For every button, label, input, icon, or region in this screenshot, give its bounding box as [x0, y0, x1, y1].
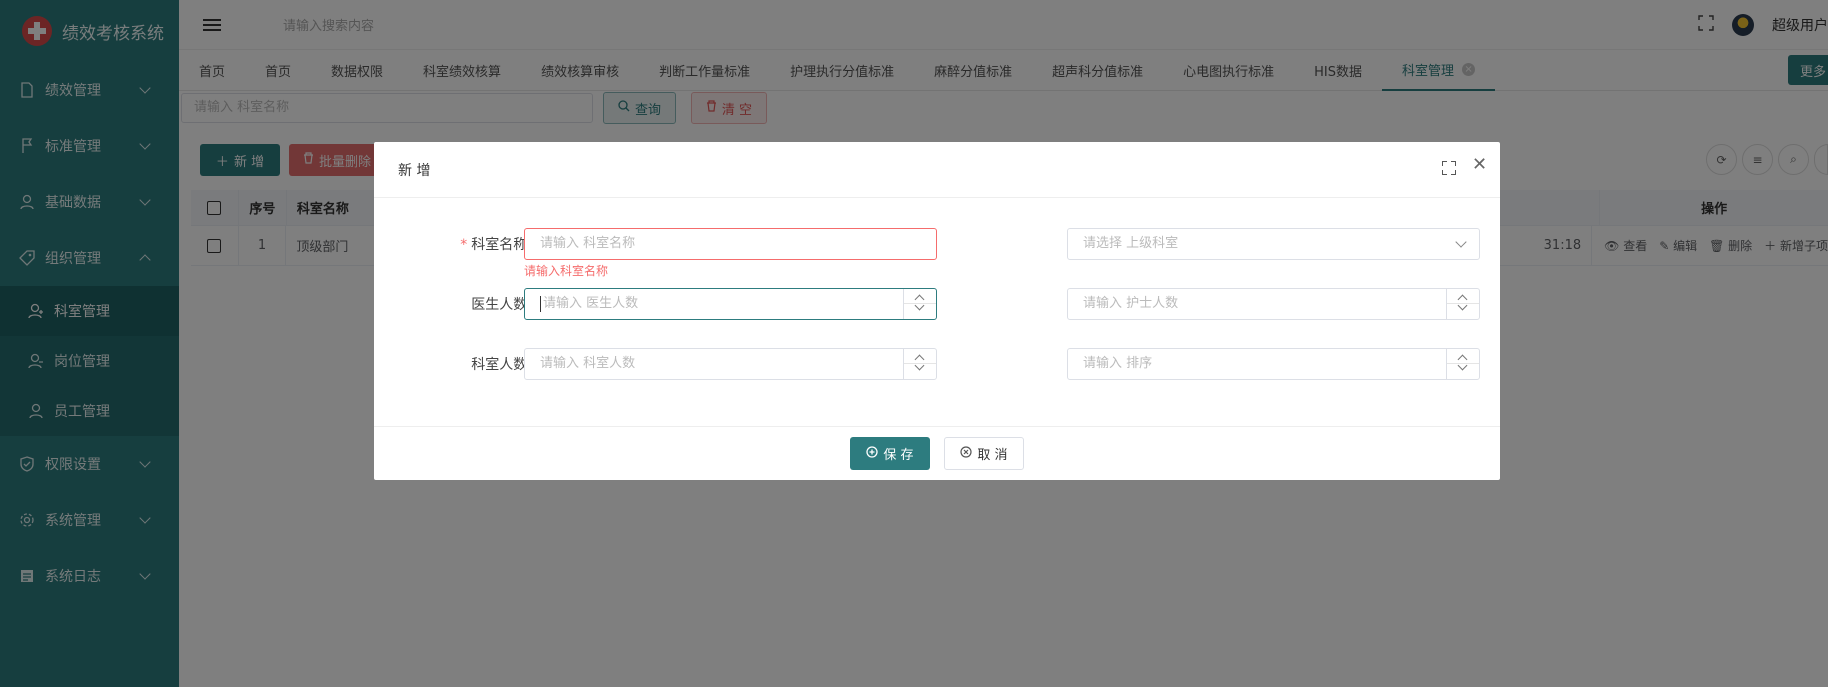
cancel-icon — [960, 445, 973, 462]
dept-name-error: 请输入科室名称 — [524, 264, 609, 278]
doctor-count-input[interactable]: 请输入 医生人数 — [524, 288, 937, 320]
nurse-count-placeholder: 请输入 护士人数 — [1083, 296, 1179, 311]
required-mark: * — [460, 237, 468, 253]
cancel-label: 取 消 — [977, 448, 1008, 463]
sort-placeholder: 请输入 排序 — [1083, 356, 1153, 371]
parent-dept-select[interactable]: 请选择 上级科室 — [1067, 228, 1480, 260]
nurse-count-stepper[interactable] — [1446, 289, 1479, 319]
cancel-button[interactable]: 取 消 — [944, 437, 1024, 470]
dept-name-label-text: 科室名称: — [471, 237, 532, 253]
text-caret — [540, 295, 541, 312]
parent-dept-placeholder: 请选择 上级科室 — [1083, 236, 1179, 251]
sort-input[interactable]: 请输入 排序 — [1067, 348, 1480, 380]
nurse-count-input[interactable]: 请输入 护士人数 — [1067, 288, 1480, 320]
dept-count-label: 科室人数: — [471, 357, 532, 373]
add-dept-dialog: 新 增 ✕ *科室名称: 请输入 科室名称 请输入科室名称 上级科室: 请选择 … — [374, 142, 1500, 480]
save-label: 保 存 — [883, 448, 914, 463]
dialog-title: 新 增 — [398, 162, 431, 179]
save-icon — [866, 445, 879, 462]
doctor-count-stepper[interactable] — [903, 289, 936, 319]
close-icon[interactable]: ✕ — [1472, 156, 1490, 174]
chevron-down-icon — [1455, 236, 1467, 248]
dept-count-placeholder: 请输入 科室人数 — [540, 356, 636, 371]
maximize-icon[interactable] — [1442, 161, 1456, 175]
dialog-body: *科室名称: 请输入 科室名称 请输入科室名称 上级科室: 请选择 上级科室 医… — [374, 198, 1500, 426]
dept-name-label: * 科室名称: — [414, 234, 532, 254]
dept-name-input[interactable]: 请输入 科室名称 — [524, 228, 937, 260]
dept-count-input[interactable]: 请输入 科室人数 — [524, 348, 937, 380]
sort-stepper[interactable] — [1446, 349, 1479, 379]
doctor-count-placeholder: 请输入 医生人数 — [543, 296, 639, 311]
dialog-footer: 保 存 取 消 — [374, 426, 1500, 480]
dialog-header: 新 增 ✕ — [374, 142, 1500, 198]
dept-count-stepper[interactable] — [903, 349, 936, 379]
doctor-count-label: 医生人数: — [471, 297, 532, 313]
save-button[interactable]: 保 存 — [850, 437, 930, 470]
